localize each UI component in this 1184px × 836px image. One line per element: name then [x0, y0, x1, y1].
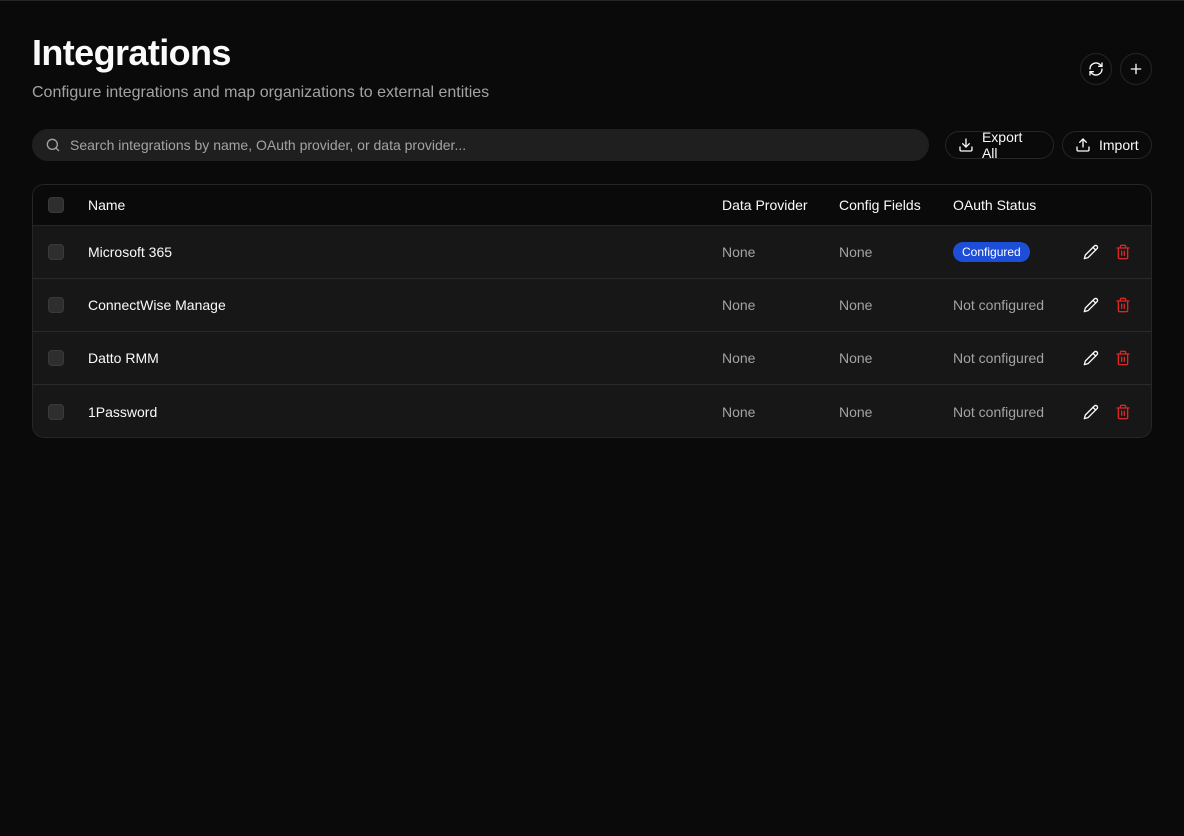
search-input[interactable] [70, 131, 910, 159]
oauth-status-cell: Configured [953, 226, 1030, 278]
row-checkbox[interactable] [48, 350, 64, 366]
delete-button[interactable] [1113, 402, 1133, 422]
pencil-icon [1083, 244, 1099, 260]
edit-button[interactable] [1081, 295, 1101, 315]
edit-button[interactable] [1081, 402, 1101, 422]
oauth-status-text: Not configured [953, 403, 1045, 420]
add-integration-button[interactable] [1120, 53, 1152, 85]
search-icon [45, 137, 61, 153]
config-fields-value: None [839, 350, 873, 366]
row-checkbox-cell [48, 332, 64, 384]
data-provider-value: None [722, 297, 756, 313]
edit-button[interactable] [1081, 348, 1101, 368]
row-checkbox-cell [48, 226, 64, 278]
row-actions [1081, 279, 1133, 331]
integrations-table: Name Data Provider Config Fields OAuth S… [32, 184, 1152, 438]
oauth-status-cell: Not configured [953, 332, 1044, 384]
row-checkbox-cell [48, 279, 64, 331]
column-header-name[interactable]: Name [88, 185, 125, 225]
edit-button[interactable] [1081, 242, 1101, 262]
table-row[interactable]: ConnectWise Manage None None Not configu… [33, 279, 1151, 332]
oauth-status-cell: Not configured [953, 279, 1044, 331]
page-header: Integrations Configure integrations and … [32, 32, 1152, 104]
column-header-config-fields[interactable]: Config Fields [839, 185, 921, 225]
integration-name: Microsoft 365 [88, 244, 173, 260]
header-checkbox-cell [48, 185, 64, 225]
row-actions [1081, 332, 1133, 384]
top-divider [0, 0, 1184, 1]
page-subtitle: Configure integrations and map organizat… [32, 84, 490, 101]
delete-button[interactable] [1113, 242, 1133, 262]
refresh-button[interactable] [1080, 53, 1112, 85]
pencil-icon [1083, 297, 1099, 313]
delete-button[interactable] [1113, 295, 1133, 315]
column-header-oauth-status[interactable]: OAuth Status [953, 185, 1036, 225]
delete-button[interactable] [1113, 348, 1133, 368]
plus-icon [1128, 61, 1144, 77]
oauth-status-cell: Not configured [953, 385, 1045, 437]
page-title: Integrations [32, 32, 231, 73]
row-actions [1081, 226, 1133, 278]
table-row[interactable]: Microsoft 365 None None Configured [33, 226, 1151, 279]
integration-name: 1Password [88, 403, 158, 420]
oauth-status-text: Not configured [953, 350, 1045, 366]
integration-name: ConnectWise Manage [88, 297, 226, 313]
row-checkbox[interactable] [48, 297, 64, 313]
trash-icon [1116, 244, 1130, 260]
status-badge: Configured [953, 242, 1030, 262]
pencil-icon [1083, 350, 1099, 366]
refresh-icon [1088, 61, 1104, 77]
upload-icon [1076, 138, 1090, 152]
data-provider-value: None [722, 403, 756, 420]
import-button[interactable]: Import [1062, 131, 1152, 159]
pencil-icon [1083, 404, 1099, 419]
table-row[interactable]: 1Password None None Not configured [33, 385, 1151, 437]
search-box [32, 129, 929, 161]
integration-name: Datto RMM [88, 350, 159, 366]
toolbar: Export All Import [32, 129, 1152, 161]
row-checkbox[interactable] [48, 244, 64, 260]
trash-icon [1116, 404, 1130, 419]
export-all-button[interactable]: Export All [945, 129, 1054, 161]
download-icon [959, 138, 973, 152]
config-fields-value: None [839, 244, 873, 260]
trash-icon [1116, 297, 1130, 313]
config-fields-value: None [839, 403, 873, 420]
row-checkbox-cell [48, 385, 64, 437]
export-all-label: Export All [981, 129, 1023, 161]
table-header: Name Data Provider Config Fields OAuth S… [33, 185, 1151, 226]
config-fields-value: None [839, 297, 873, 313]
table-row[interactable]: Datto RMM None None Not configured [33, 332, 1151, 385]
row-checkbox[interactable] [48, 403, 64, 420]
row-actions [1081, 385, 1133, 437]
data-provider-value: None [722, 350, 756, 366]
oauth-status-text: Not configured [953, 297, 1045, 313]
import-label: Import [1099, 137, 1139, 153]
select-all-checkbox[interactable] [48, 197, 64, 213]
trash-icon [1116, 350, 1130, 366]
data-provider-value: None [722, 244, 756, 260]
column-header-data-provider[interactable]: Data Provider [722, 185, 808, 225]
